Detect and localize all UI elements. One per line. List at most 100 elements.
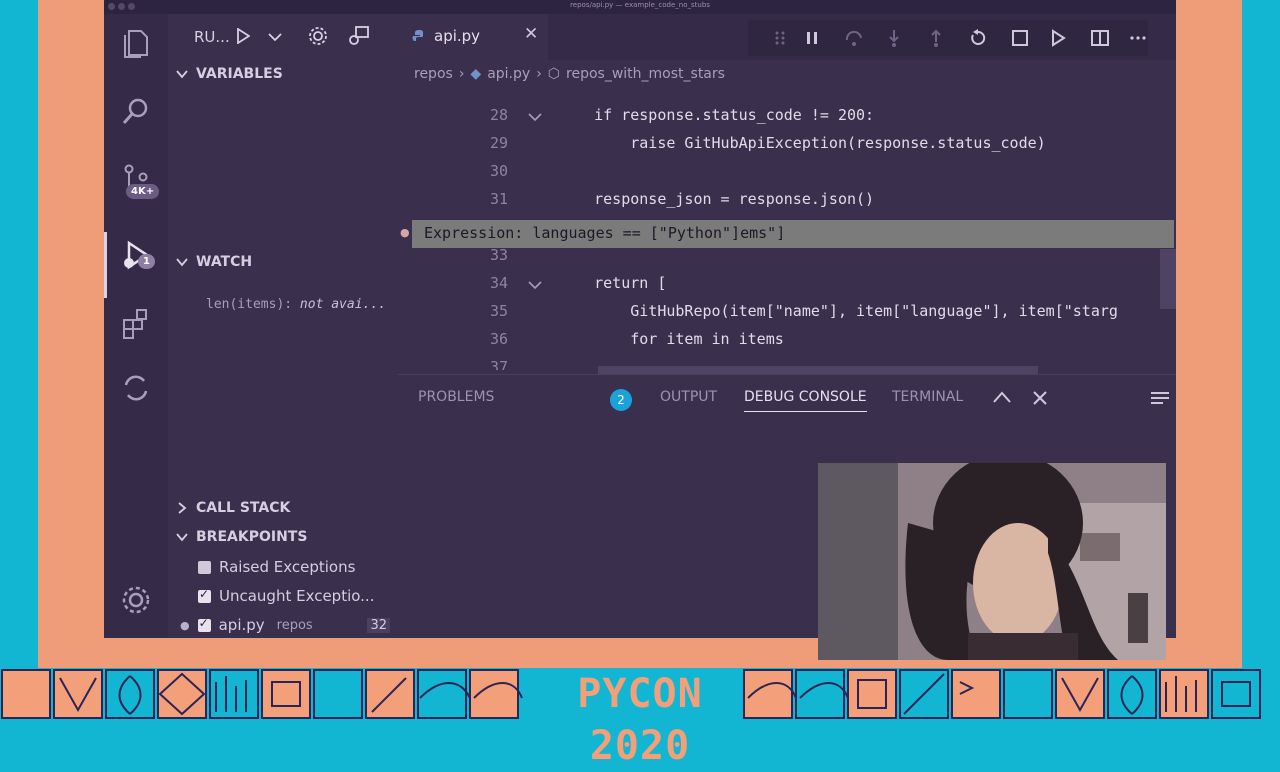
breakpoints-section-header[interactable]: BREAKPOINTS [176,529,307,545]
callstack-section-header[interactable]: CALL STACK [176,500,290,516]
pause-icon[interactable] [802,28,822,48]
maximize-panel-icon[interactable] [992,390,1012,404]
tab-problems[interactable]: PROBLEMS [418,389,494,405]
python-file-icon [412,30,423,41]
code-line: 28 if response.status_code != 200: [398,106,1176,134]
line-number: 33 [489,246,508,264]
explorer-icon[interactable] [116,24,156,64]
more-actions-icon[interactable] [1128,28,1148,48]
settings-gear-icon[interactable] [116,580,156,620]
code-line: 31 response_json = response.json() [398,190,1176,218]
line-number: 36 [489,330,508,348]
close-tab-icon[interactable]: ✕ [524,24,538,44]
split-editor-icon[interactable] [1090,28,1110,48]
chevron-down-icon [176,258,188,267]
line-number: 34 [489,274,508,292]
drag-handle-icon[interactable] [770,28,790,48]
raised-exceptions-checkbox[interactable] [198,560,211,574]
line-number: 35 [489,302,508,320]
watch-expression[interactable]: len(items): not avai... [206,297,386,312]
code-text: response_json = response.json() [558,190,875,208]
step-over-icon[interactable] [844,28,864,48]
remote-sync-icon[interactable] [116,368,156,408]
chevron-down-icon [176,533,188,542]
breakpoint-line: 32 [367,617,390,633]
breakpoint-path: repos [276,617,313,633]
breadcrumb: repos › ◆ api.py › ⬡ repos_with_most_sta… [414,66,725,82]
variables-title: VARIABLES [196,66,283,82]
start-debugging-icon[interactable] [236,28,250,44]
breakpoint-raised-exceptions[interactable]: Raised Exceptions [198,558,355,576]
step-into-icon[interactable] [884,28,904,48]
code-line: 30 [398,162,1176,190]
code-line: 33 [398,246,1176,274]
code-text: for item in items [558,330,784,348]
continue-icon[interactable] [1048,28,1068,48]
inline-breakpoint-editor[interactable]: ● Expression: languages == ["Python"]ems… [400,220,1174,248]
tab-api-py[interactable]: api.py ✕ [398,14,548,60]
tab-bar: api.py ✕ [398,14,1176,60]
debug-badge: 1 [138,254,155,269]
chevron-right-icon: › [458,66,465,82]
run-config-label[interactable]: RU... [194,28,230,46]
restart-icon[interactable] [968,28,988,48]
speaker-webcam [818,463,1166,660]
tab-label: api.py [434,27,481,45]
chevron-right-icon: › [536,66,542,82]
close-panel-icon[interactable] [1032,390,1048,406]
extensions-icon[interactable] [116,304,156,344]
frame-right-margin [1176,0,1242,668]
frame-left-border [0,0,38,668]
variables-section-header[interactable]: VARIABLES [176,66,283,82]
code-line: 29 raise GitHubApiException(response.sta… [398,134,1176,162]
breadcrumb-file[interactable]: api.py [487,66,530,82]
watch-title: WATCH [196,254,253,270]
fold-chevron-icon[interactable] [528,280,542,290]
chevron-down-icon [176,70,188,79]
tab-output[interactable]: OUTPUT [660,389,717,405]
code-line: 36 for item in items [398,330,1176,358]
editor-scrollbar[interactable] [1160,249,1176,309]
code-line: 27 [398,86,1176,96]
function-symbol-icon: ⬡ [547,66,561,82]
breakpoint-label: Uncaught Exceptio... [219,587,375,605]
breakpoints-title: BREAKPOINTS [196,529,308,545]
watch-value: not avai... [299,297,387,312]
fold-chevron-icon[interactable] [528,112,542,122]
breadcrumb-folder[interactable]: repos [414,66,453,82]
api-py-breakpoint-checkbox[interactable] [197,616,211,632]
frame-right-border [1242,0,1280,668]
line-number: 37 [489,358,508,370]
watch-section-header[interactable]: WATCH [176,254,252,270]
watch-expr: len(items): [206,297,300,312]
code-line: 35 GitHubRepo(item["name"], item["langua… [398,302,1176,330]
step-out-icon[interactable] [926,28,946,48]
tab-debug-console[interactable]: DEBUG CONSOLE [744,389,867,412]
filter-list-icon[interactable] [1150,391,1170,407]
window-title: repos/api.py — example_code_no_stubs [570,1,710,9]
line-number: 29 [489,134,508,152]
scm-badge: 4K+ [126,184,160,199]
title-bar: repos/api.py — example_code_no_stubs [104,0,1176,14]
gear-icon[interactable] [308,26,328,46]
breadcrumb-symbol[interactable]: repos_with_most_stars [566,66,725,82]
editor-area: api.py ✕ repos › ◆ api.py › ⬡ repos_with… [398,14,1176,374]
code-text: return [ [558,274,667,292]
search-icon[interactable] [116,92,156,132]
breakpoint-label: Raised Exceptions [219,558,356,576]
breakpoint-file: api.py [218,616,265,634]
breakpoint-api-py[interactable]: ● api.py repos 32 [180,616,390,634]
uncaught-exceptions-checkbox[interactable] [198,587,211,603]
line-number: 31 [489,190,508,208]
chevron-down-icon[interactable] [268,32,282,42]
tab-terminal[interactable]: TERMINAL [892,389,963,405]
callstack-title: CALL STACK [196,500,291,516]
breakpoint-expression-input[interactable]: Expression: languages == ["Python"]ems"] [424,224,785,242]
horizontal-scrollbar[interactable] [598,366,1038,374]
stop-icon[interactable] [1010,28,1030,48]
breakpoint-uncaught-exceptions[interactable]: Uncaught Exceptio... [198,587,374,605]
speaker-photo [818,463,1166,660]
python-file-icon: ◆ [470,66,482,82]
debug-console-toggle-icon[interactable] [348,26,370,46]
floating-debug-toolbar [748,20,1148,56]
